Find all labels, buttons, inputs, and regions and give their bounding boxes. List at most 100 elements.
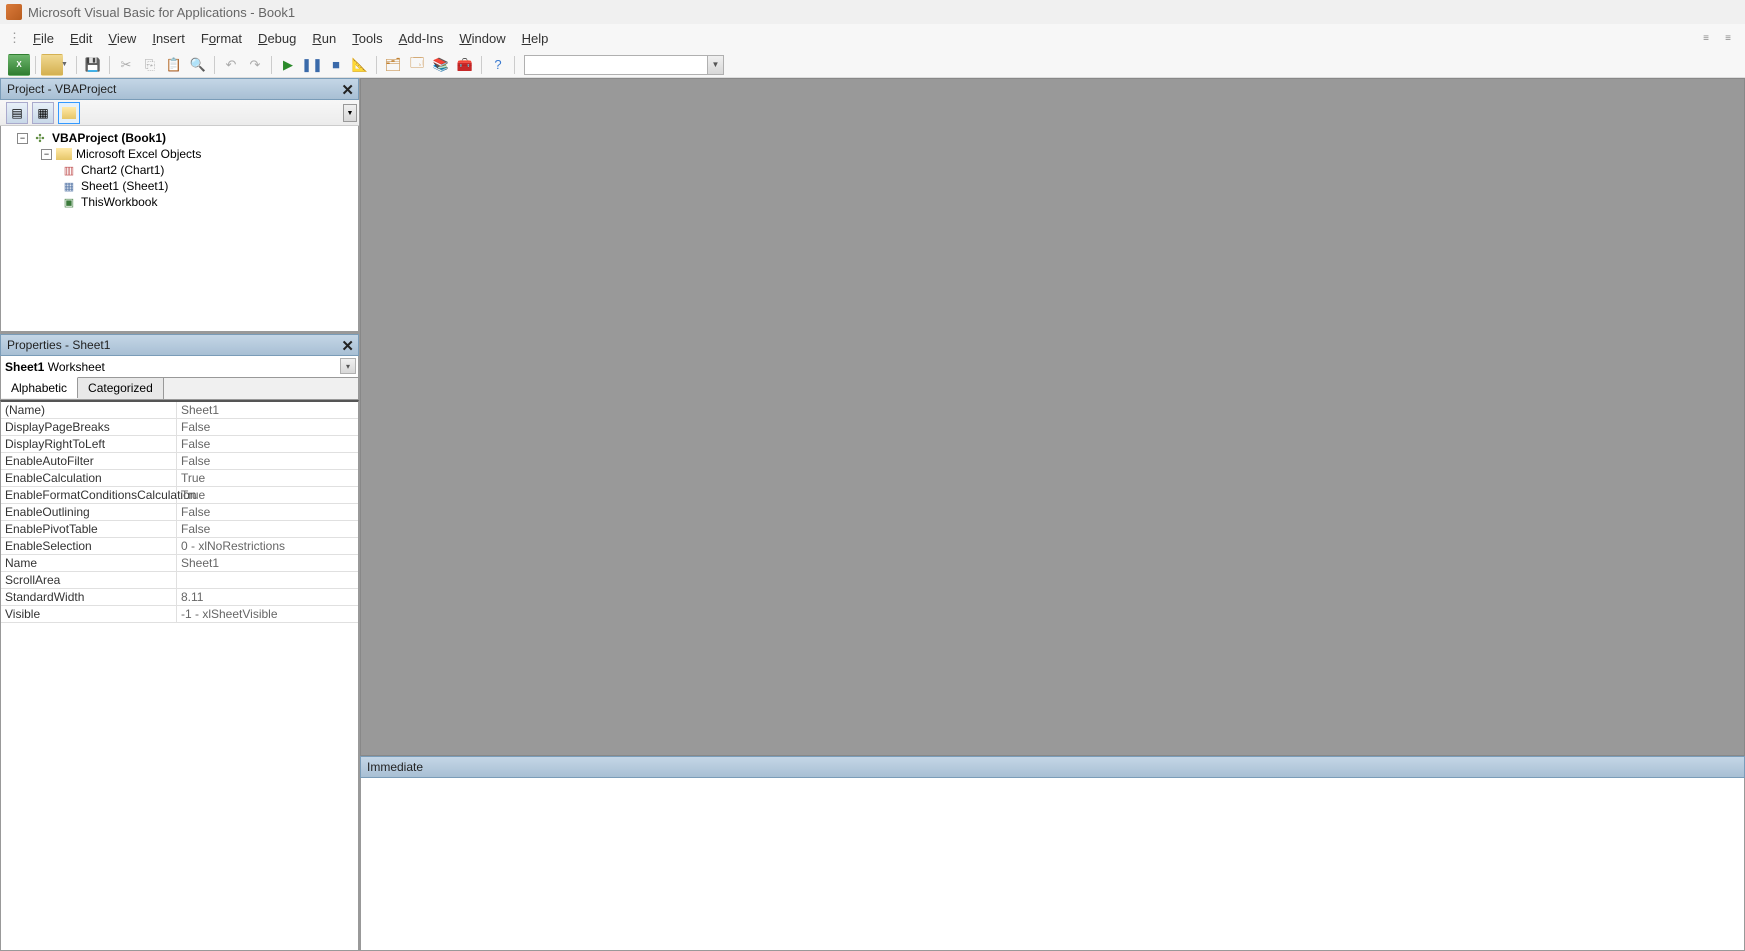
property-name: DisplayRightToLeft bbox=[1, 436, 177, 452]
separator bbox=[35, 56, 36, 74]
menu-run[interactable]: Run bbox=[304, 27, 344, 50]
menu-file[interactable]: File bbox=[25, 27, 62, 50]
insert-userform-icon[interactable] bbox=[41, 54, 63, 76]
property-value[interactable]: False bbox=[177, 453, 358, 469]
view-code-icon[interactable]: ▤ bbox=[6, 102, 28, 124]
property-name: EnablePivotTable bbox=[1, 521, 177, 537]
property-row[interactable]: NameSheet1 bbox=[1, 555, 358, 572]
run-icon[interactable]: ▶ bbox=[277, 54, 299, 76]
property-row[interactable]: EnableCalculationTrue bbox=[1, 470, 358, 487]
property-row[interactable]: Visible-1 - xlSheetVisible bbox=[1, 606, 358, 623]
property-value[interactable]: 0 - xlNoRestrictions bbox=[177, 538, 358, 554]
property-name: StandardWidth bbox=[1, 589, 177, 605]
menubar-grip-icon: ⋮ bbox=[8, 30, 21, 46]
immediate-input[interactable] bbox=[360, 778, 1745, 951]
mdi-client-area bbox=[360, 78, 1745, 756]
property-name: DisplayPageBreaks bbox=[1, 419, 177, 435]
indent-icon[interactable]: ≡ bbox=[1719, 29, 1737, 47]
properties-grid[interactable]: (Name)Sheet1DisplayPageBreaksFalseDispla… bbox=[0, 400, 359, 951]
collapse-icon[interactable]: − bbox=[41, 149, 52, 160]
paste-icon[interactable]: 📋 bbox=[163, 54, 185, 76]
property-value[interactable]: Sheet1 bbox=[177, 555, 358, 571]
menu-window[interactable]: Window bbox=[451, 27, 513, 50]
property-value[interactable]: True bbox=[177, 470, 358, 486]
property-name: Name bbox=[1, 555, 177, 571]
menu-insert[interactable]: Insert bbox=[144, 27, 193, 50]
menu-debug[interactable]: Debug bbox=[250, 27, 304, 50]
tree-item-chart[interactable]: ▥ Chart2 (Chart1) bbox=[3, 162, 356, 178]
project-pane-title: Project - VBAProject ✕ bbox=[0, 78, 359, 100]
view-excel-icon[interactable]: X bbox=[8, 54, 30, 76]
property-name: EnableSelection bbox=[1, 538, 177, 554]
menu-help[interactable]: Help bbox=[514, 27, 557, 50]
property-value[interactable]: False bbox=[177, 521, 358, 537]
menu-view[interactable]: View bbox=[100, 27, 144, 50]
tree-root-label: VBAProject (Book1) bbox=[52, 131, 166, 145]
scroll-down-icon[interactable]: ▼ bbox=[343, 104, 357, 122]
standard-toolbar: X ▼ 💾 ✂ ⎘ 📋 🔍 ↶ ↷ ▶ ❚❚ ■ 📐 🗂 🗔 📚 🧰 ? ▼ bbox=[0, 52, 1745, 78]
copy-icon[interactable]: ⎘ bbox=[139, 54, 161, 76]
break-icon[interactable]: ❚❚ bbox=[301, 54, 323, 76]
project-title-text: Project - VBAProject bbox=[7, 82, 116, 96]
tree-item-workbook[interactable]: ▣ ThisWorkbook bbox=[3, 194, 356, 210]
chevron-down-icon[interactable]: ▼ bbox=[707, 56, 723, 74]
cut-icon[interactable]: ✂ bbox=[115, 54, 137, 76]
menu-addins[interactable]: Add-Ins bbox=[391, 27, 452, 50]
property-row[interactable]: (Name)Sheet1 bbox=[1, 402, 358, 419]
property-row[interactable]: ScrollArea bbox=[1, 572, 358, 589]
object-name: Sheet1 bbox=[5, 360, 44, 374]
properties-object-selector[interactable]: Sheet1 Worksheet ▾ bbox=[0, 356, 359, 378]
property-row[interactable]: EnableFormatConditionsCalculationTrue bbox=[1, 487, 358, 504]
object-browser-icon[interactable]: 📚 bbox=[430, 54, 452, 76]
view-object-icon[interactable]: ▦ bbox=[32, 102, 54, 124]
menu-edit[interactable]: Edit bbox=[62, 27, 100, 50]
property-value[interactable]: Sheet1 bbox=[177, 402, 358, 418]
tree-folder[interactable]: − Microsoft Excel Objects bbox=[3, 146, 356, 162]
property-value[interactable]: 8.11 bbox=[177, 589, 358, 605]
project-tree[interactable]: − ✣ VBAProject (Book1) − Microsoft Excel… bbox=[0, 126, 359, 332]
help-icon[interactable]: ? bbox=[487, 54, 509, 76]
dropdown-arrow-icon[interactable]: ▼ bbox=[61, 61, 71, 68]
project-toolbar: ▤ ▦ ▼ bbox=[0, 100, 359, 126]
outdent-icon[interactable]: ≡ bbox=[1697, 29, 1715, 47]
chevron-down-icon[interactable]: ▾ bbox=[340, 358, 356, 374]
property-value[interactable]: False bbox=[177, 504, 358, 520]
reset-icon[interactable]: ■ bbox=[325, 54, 347, 76]
property-row[interactable]: EnableOutliningFalse bbox=[1, 504, 358, 521]
procedure-combo[interactable]: ▼ bbox=[524, 55, 724, 75]
title-bar: Microsoft Visual Basic for Applications … bbox=[0, 0, 1745, 24]
worksheet-icon: ▦ bbox=[61, 179, 77, 193]
close-icon[interactable]: ✕ bbox=[341, 81, 354, 99]
save-icon[interactable]: 💾 bbox=[82, 54, 104, 76]
property-row[interactable]: EnableSelection0 - xlNoRestrictions bbox=[1, 538, 358, 555]
undo-icon[interactable]: ↶ bbox=[220, 54, 242, 76]
tree-root[interactable]: − ✣ VBAProject (Book1) bbox=[3, 130, 356, 146]
property-row[interactable]: EnablePivotTableFalse bbox=[1, 521, 358, 538]
property-row[interactable]: DisplayRightToLeftFalse bbox=[1, 436, 358, 453]
property-value[interactable] bbox=[177, 572, 358, 588]
property-name: EnableCalculation bbox=[1, 470, 177, 486]
toggle-folders-icon[interactable] bbox=[58, 102, 80, 124]
menu-tools[interactable]: Tools bbox=[344, 27, 390, 50]
properties-window-icon[interactable]: 🗔 bbox=[406, 54, 428, 76]
property-value[interactable]: -1 - xlSheetVisible bbox=[177, 606, 358, 622]
property-row[interactable]: DisplayPageBreaksFalse bbox=[1, 419, 358, 436]
property-value[interactable]: False bbox=[177, 419, 358, 435]
tab-categorized[interactable]: Categorized bbox=[78, 378, 164, 399]
tree-item-sheet[interactable]: ▦ Sheet1 (Sheet1) bbox=[3, 178, 356, 194]
redo-icon[interactable]: ↷ bbox=[244, 54, 266, 76]
design-mode-icon[interactable]: 📐 bbox=[349, 54, 371, 76]
property-row[interactable]: EnableAutoFilterFalse bbox=[1, 453, 358, 470]
property-value[interactable]: True bbox=[177, 487, 358, 503]
property-row[interactable]: StandardWidth8.11 bbox=[1, 589, 358, 606]
tree-folder-label: Microsoft Excel Objects bbox=[76, 147, 201, 161]
project-explorer-icon[interactable]: 🗂 bbox=[382, 54, 404, 76]
collapse-icon[interactable]: − bbox=[17, 133, 28, 144]
property-value[interactable]: False bbox=[177, 436, 358, 452]
menu-format[interactable]: Format bbox=[193, 27, 250, 50]
toolbox-icon[interactable]: 🧰 bbox=[454, 54, 476, 76]
immediate-pane: Immediate bbox=[360, 756, 1745, 951]
tab-alphabetic[interactable]: Alphabetic bbox=[1, 377, 78, 398]
close-icon[interactable]: ✕ bbox=[341, 337, 354, 355]
find-icon[interactable]: 🔍 bbox=[187, 54, 209, 76]
